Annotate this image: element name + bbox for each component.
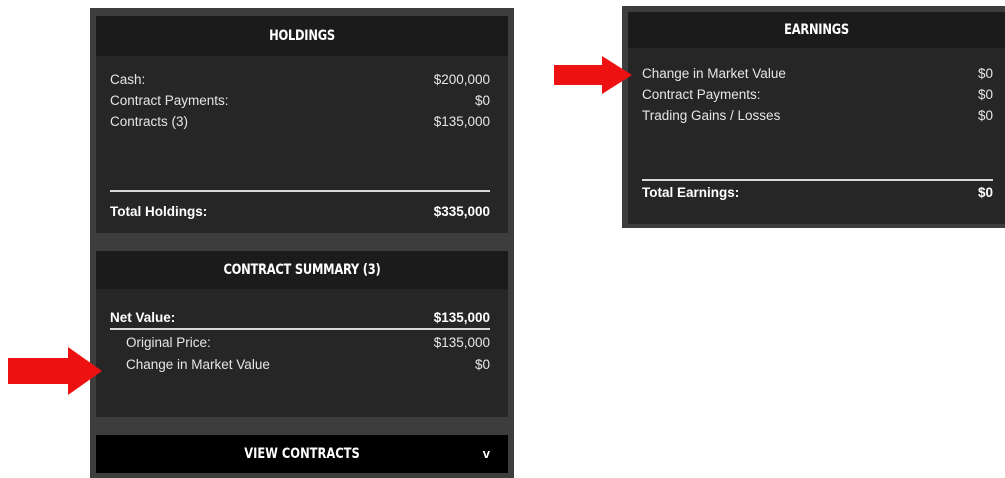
holdings-body: Cash: $200,000 Contract Payments: $0 Con… <box>96 56 508 233</box>
earnings-row-trading-gains: Trading Gains / Losses $0 <box>642 108 993 124</box>
holdings-title: HOLDINGS <box>133 16 471 56</box>
row-value: $135,000 <box>433 114 490 129</box>
arrow-right-icon <box>8 347 102 395</box>
earnings-row-change-market-value: Change in Market Value $0 <box>642 66 993 82</box>
row-label: Contracts (3) <box>110 114 189 129</box>
net-value-row: Net Value: $135,000 <box>110 310 490 326</box>
row-label: Cash: <box>110 72 146 87</box>
row-value: $135,000 <box>433 335 490 350</box>
row-label: Change in Market Value <box>126 357 270 372</box>
earnings-total-divider <box>642 179 993 181</box>
row-value: $0 <box>977 87 993 102</box>
earnings-title: EARNINGS <box>661 12 972 48</box>
row-label: Contract Payments: <box>110 93 229 108</box>
earnings-header: EARNINGS <box>628 12 1005 48</box>
holdings-total-divider <box>110 190 490 192</box>
earnings-total-row: Total Earnings: $0 <box>642 185 993 201</box>
contract-summary-body: Net Value: $135,000 Original Price: $135… <box>96 289 508 417</box>
total-label: Total Holdings: <box>110 204 208 219</box>
row-value: $0 <box>977 66 993 81</box>
net-value-divider <box>110 328 490 330</box>
holdings-total-row: Total Holdings: $335,000 <box>110 204 490 220</box>
holdings-row-cash: Cash: $200,000 <box>110 72 490 88</box>
change-market-value-row: Change in Market Value $0 <box>126 357 490 373</box>
row-label: Trading Gains / Losses <box>642 108 781 123</box>
view-contracts-button[interactable]: VIEW CONTRACTS v <box>96 435 508 473</box>
row-value: $0 <box>474 357 490 372</box>
total-value: $0 <box>977 185 993 200</box>
earnings-body: Change in Market Value $0 Contract Payme… <box>628 48 1005 224</box>
earnings-panel: EARNINGS Change in Market Value $0 Contr… <box>622 6 1005 228</box>
net-value-amount: $135,000 <box>433 310 490 325</box>
holdings-row-contracts: Contracts (3) $135,000 <box>110 114 490 130</box>
contract-summary-header: CONTRACT SUMMARY (3) <box>96 251 508 289</box>
row-label: Contract Payments: <box>642 87 761 102</box>
net-value-label: Net Value: <box>110 310 176 325</box>
contract-summary-title: CONTRACT SUMMARY (3) <box>133 251 471 289</box>
arrow-right-icon <box>554 56 632 94</box>
view-contracts-label: VIEW CONTRACTS <box>244 446 360 462</box>
row-value: $200,000 <box>433 72 490 87</box>
row-value: $0 <box>474 93 490 108</box>
holdings-panel: HOLDINGS Cash: $200,000 Contract Payment… <box>90 8 514 478</box>
row-label: Original Price: <box>126 335 211 350</box>
original-price-row: Original Price: $135,000 <box>126 335 490 351</box>
row-value: $0 <box>977 108 993 123</box>
total-value: $335,000 <box>433 204 490 219</box>
chevron-down-icon: v <box>482 446 490 461</box>
total-label: Total Earnings: <box>642 185 740 200</box>
earnings-row-contract-payments: Contract Payments: $0 <box>642 87 993 103</box>
row-label: Change in Market Value <box>642 66 786 81</box>
holdings-header: HOLDINGS <box>96 16 508 56</box>
holdings-row-contract-payments: Contract Payments: $0 <box>110 93 490 109</box>
